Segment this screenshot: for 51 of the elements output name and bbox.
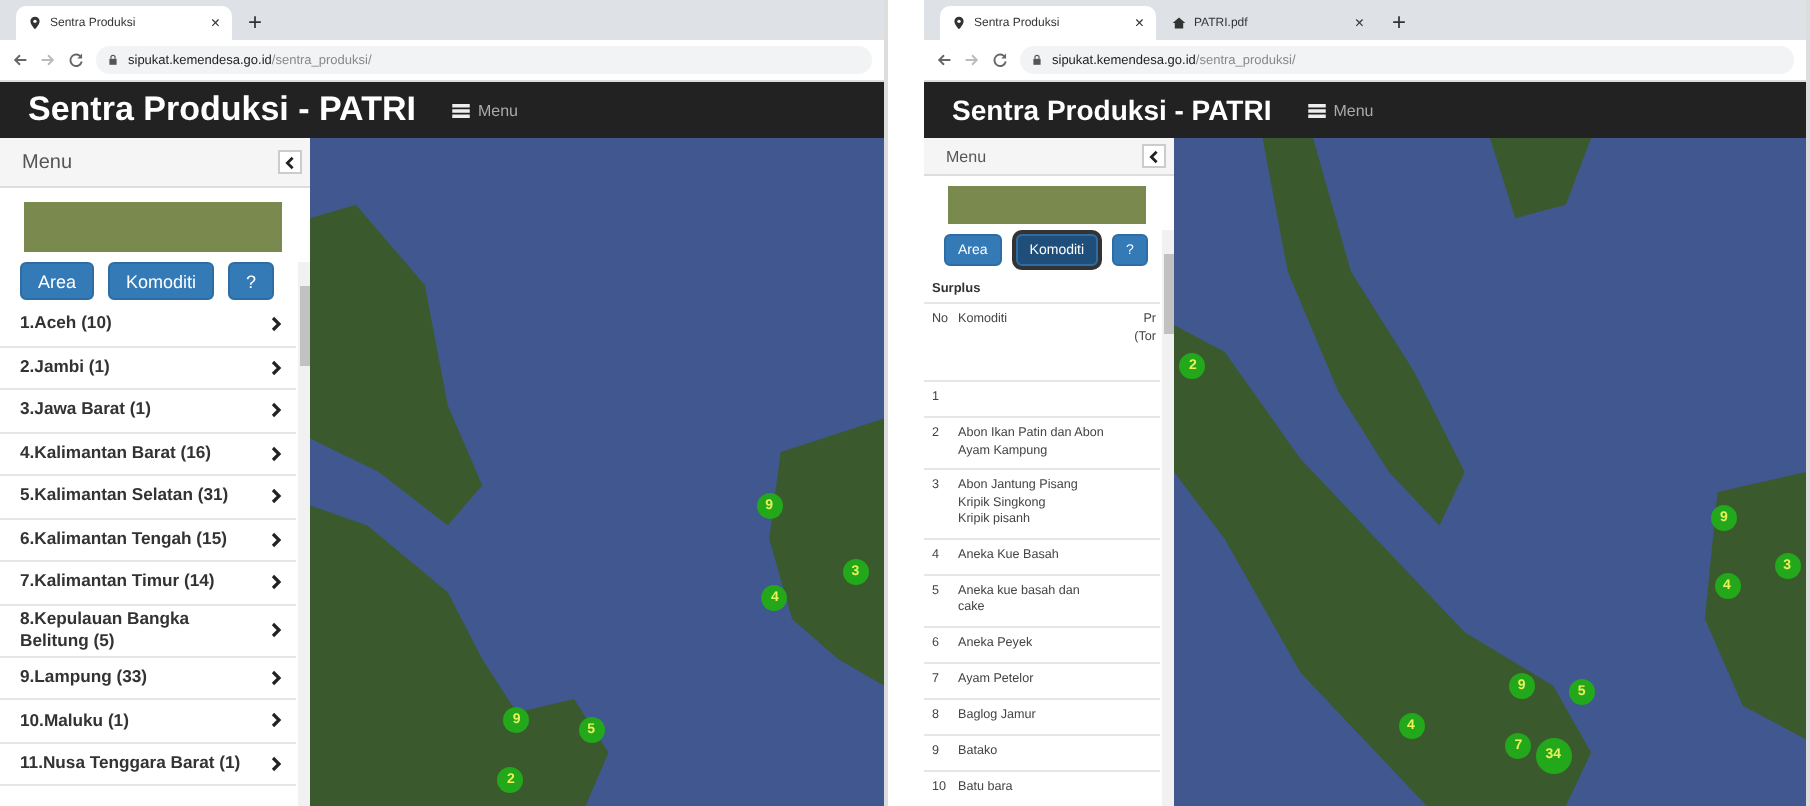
app-title: Sentra Produksi - PATRI bbox=[952, 94, 1272, 126]
house-icon bbox=[1172, 16, 1186, 30]
new-tab-button[interactable]: + bbox=[236, 8, 275, 40]
province-item[interactable]: 10.Maluku (1) bbox=[0, 700, 296, 744]
chevron-left-icon bbox=[284, 155, 296, 169]
chevron-right-icon bbox=[270, 445, 282, 462]
province-item[interactable]: 6.Kalimantan Tengah (15) bbox=[0, 519, 296, 562]
menu-button[interactable]: Menu bbox=[451, 101, 518, 119]
back-icon[interactable] bbox=[936, 52, 952, 68]
sidebar-title: Menu bbox=[946, 147, 987, 165]
chevron-right-icon bbox=[270, 359, 282, 376]
province-item[interactable]: 2.Jambi (1) bbox=[0, 347, 296, 390]
filter-button[interactable]: Area bbox=[20, 262, 95, 300]
menu-icon bbox=[1307, 103, 1326, 117]
menu-button[interactable]: Menu bbox=[1307, 101, 1374, 119]
chevron-right-icon bbox=[270, 712, 282, 729]
chevron-right-icon bbox=[270, 488, 282, 505]
province-item[interactable]: 8.Kepulauan Bangka Belitung (5) bbox=[0, 605, 296, 658]
chevron-right-icon bbox=[270, 669, 282, 686]
province-item[interactable]: 7.Kalimantan Timur (14) bbox=[0, 562, 296, 605]
chevron-right-icon bbox=[270, 622, 282, 639]
sidebar-title: Menu bbox=[22, 151, 73, 173]
province-item[interactable]: 4.Kalimantan Barat (16) bbox=[0, 433, 296, 476]
chevron-right-icon bbox=[270, 402, 282, 419]
map-pin-icon bbox=[28, 16, 42, 30]
province-item[interactable]: 5.Kalimantan Selatan (31) bbox=[0, 476, 296, 519]
province-item[interactable]: 3.Jawa Barat (1) bbox=[0, 390, 296, 433]
menu-icon bbox=[451, 103, 470, 117]
chevron-right-icon bbox=[270, 574, 282, 591]
chevron-right-icon bbox=[270, 755, 282, 772]
lock-icon bbox=[1032, 54, 1042, 66]
province-item[interactable]: 11.Nusa Tenggara Barat (1) bbox=[0, 743, 296, 787]
chevron-left-icon bbox=[1148, 149, 1160, 163]
collapse-button[interactable] bbox=[278, 150, 302, 174]
collapse-button[interactable] bbox=[1142, 144, 1166, 168]
reload-icon[interactable] bbox=[992, 52, 1008, 68]
reload-icon[interactable] bbox=[68, 52, 84, 68]
chevron-right-icon bbox=[270, 316, 282, 333]
close-tab-button[interactable]: × bbox=[1354, 14, 1364, 32]
map-pin-icon bbox=[952, 16, 966, 30]
back-icon[interactable] bbox=[12, 52, 28, 68]
province-item[interactable]: 9.Lampung (33) bbox=[0, 657, 296, 701]
close-tab-button[interactable]: × bbox=[1134, 14, 1144, 32]
filter-button[interactable]: Komoditi bbox=[108, 262, 215, 300]
filter-button[interactable]: ? bbox=[228, 262, 275, 300]
province-item[interactable]: 1.Aceh (10) bbox=[0, 304, 296, 347]
close-tab-button[interactable]: × bbox=[210, 14, 220, 32]
lock-icon bbox=[108, 54, 118, 66]
new-tab-button[interactable]: + bbox=[1380, 8, 1419, 40]
app-title: Sentra Produksi - PATRI bbox=[28, 90, 416, 130]
chevron-right-icon bbox=[270, 531, 282, 548]
